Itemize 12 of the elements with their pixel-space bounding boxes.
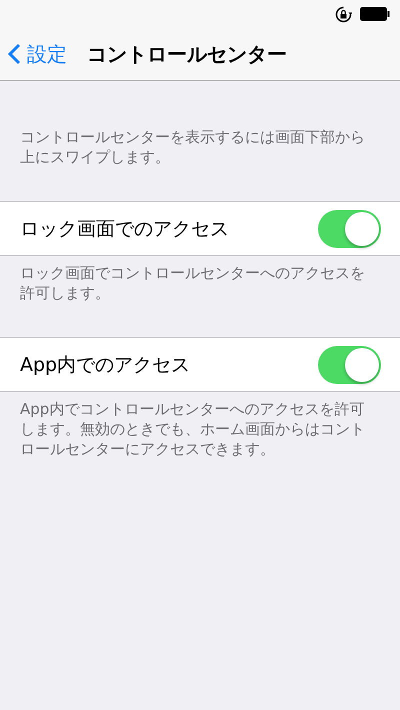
back-button[interactable]: 設定	[8, 40, 67, 68]
setting-description: App内でコントロールセンターへのアクセスを許可します。無効のときでも、ホーム画面からはコントロールセンターにアクセスできます。	[19, 399, 366, 459]
toggle-switch[interactable]	[318, 210, 381, 248]
setting-description: ロック画面でコントロールセンターへのアクセスを許可します。	[19, 263, 366, 303]
setting-label: ロック画面でのアクセス	[20, 216, 229, 242]
rotation-lock-icon	[335, 6, 352, 22]
page-title: コントロールセンター	[87, 40, 287, 68]
toggle-switch[interactable]	[318, 346, 381, 384]
setting-label: App内でのアクセス	[20, 352, 190, 378]
intro-text: コントロールセンターを表示するには画面下部から上にスワイプします。	[19, 127, 366, 167]
chevron-left-icon	[8, 43, 21, 65]
battery-icon	[360, 7, 390, 21]
